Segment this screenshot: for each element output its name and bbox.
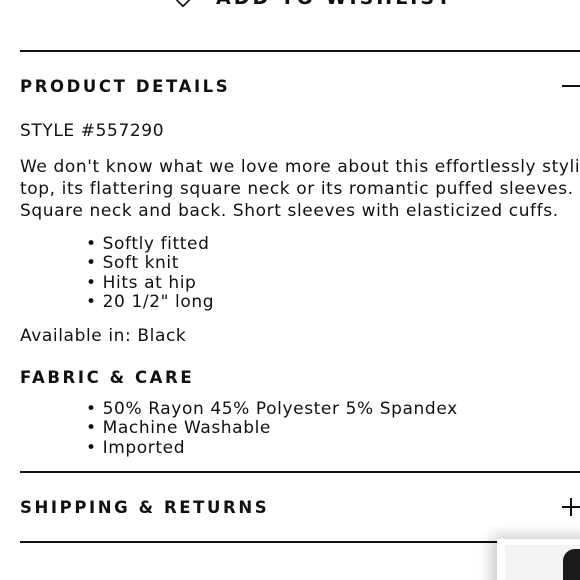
list-item: Softly fitted: [86, 234, 214, 254]
shipping-returns-title: SHIPPING & RETURNS: [20, 497, 270, 517]
fabric-care-title: FABRIC & CARE: [20, 368, 195, 387]
list-item: 50% Rayon 45% Polyester 5% Spandex: [86, 399, 458, 419]
style-number: STYLE #557290: [20, 121, 165, 141]
page: ADD TO WISHLIST PRODUCT DETAILS STYLE #5…: [0, 0, 580, 580]
shipping-returns-header[interactable]: SHIPPING & RETURNS: [20, 492, 580, 522]
plus-icon[interactable]: [560, 497, 580, 517]
product-thumbnail[interactable]: [497, 539, 580, 580]
divider: [20, 541, 580, 543]
add-to-wishlist-button[interactable]: ADD TO WISHLIST: [172, 0, 453, 10]
thumbnail-image: [505, 545, 580, 580]
list-item: Soft knit: [86, 253, 214, 273]
product-description: We don't know what we love more about th…: [20, 157, 580, 221]
divider: [20, 50, 580, 52]
heart-icon: [175, 0, 191, 8]
minus-icon[interactable]: [560, 76, 580, 96]
product-details-header[interactable]: PRODUCT DETAILS: [20, 71, 580, 101]
list-item: Imported: [86, 438, 458, 458]
product-details-title: PRODUCT DETAILS: [20, 76, 231, 96]
list-item: Hits at hip: [86, 273, 214, 293]
list-item: Machine Washable: [86, 418, 458, 438]
divider: [20, 471, 580, 473]
available-colors: Available in: Black: [20, 326, 187, 346]
list-item: 20 1/2" long: [86, 292, 214, 312]
wishlist-label: ADD TO WISHLIST: [216, 0, 453, 9]
fabric-care-list: 50% Rayon 45% Polyester 5% Spandex Machi…: [86, 399, 458, 458]
product-features-list: Softly fitted Soft knit Hits at hip 20 1…: [86, 234, 214, 312]
